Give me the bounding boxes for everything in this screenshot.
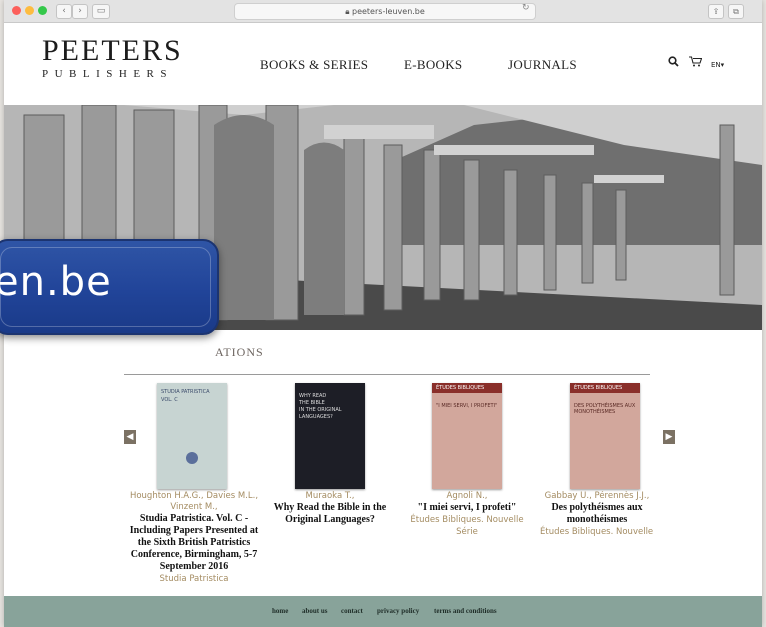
book-author[interactable]: Gabbay U., Pérennès J.J., [540, 491, 654, 502]
cover-line: THE BIBLE [299, 400, 325, 406]
crest-icon [186, 452, 198, 464]
address-bar[interactable]: 🔒︎ peeters-leuven.be [234, 3, 536, 20]
cover-subtitle: VOL. C [161, 397, 178, 403]
tabs-button[interactable]: ⧉ [728, 4, 744, 19]
zoom-window-button[interactable] [38, 6, 47, 15]
footer-link-home[interactable]: home [272, 607, 288, 615]
footer-link-about-us[interactable]: about us [302, 607, 327, 615]
badge-text: en.be [0, 259, 112, 305]
minimize-window-button[interactable] [25, 6, 34, 15]
carousel-prev-button[interactable]: ◀ [124, 430, 136, 444]
nav-journals[interactable]: JOURNALS [508, 57, 577, 73]
cover-line: IN THE ORIGINAL [299, 407, 342, 413]
book-series[interactable]: Études Bibliques. Nouvelle Série [402, 514, 532, 538]
browser-toolbar: ‹ › ▭ 🔒︎ peeters-leuven.be ↻ ⇪ ⧉ [4, 0, 762, 23]
cover-series: ÉTUDES BIBLIQUES [436, 385, 485, 391]
cover-title: STUDIA PATRISTICA [161, 389, 210, 395]
book-cover[interactable]: ÉTUDES BIBLIQUES "I MIEI SERVI, I PROFET… [432, 383, 502, 489]
book-title[interactable]: Studia Patristica. Vol. C - Including Pa… [129, 513, 259, 573]
site-logo[interactable]: PEETERS PUBLISHERS [42, 34, 183, 81]
close-window-button[interactable] [12, 6, 21, 15]
share-button[interactable]: ⇪ [708, 4, 724, 19]
footer-link-terms[interactable]: terms and conditions [434, 607, 497, 615]
footer-link-contact[interactable]: contact [341, 607, 363, 615]
cover-series: ÉTUDES BIBLIQUES [574, 385, 623, 391]
url-overlay-badge: en.be [0, 239, 219, 335]
header-tools: EN▾ [668, 56, 730, 70]
lock-icon: 🔒︎ [345, 7, 352, 16]
search-icon[interactable] [668, 56, 683, 70]
cover-title: "I MIEI SERVI, I PROFETI" [436, 403, 498, 409]
book-card: Muraoka T., Why Read the Bible in the Or… [265, 491, 395, 526]
cover-line: LANGUAGES? [299, 414, 333, 420]
book-card: Agnoli N., "I miei servi, I profeti" Étu… [402, 491, 532, 538]
book-cover[interactable]: STUDIA PATRISTICA VOL. C [157, 383, 227, 489]
cover-title: DES POLYTHÉISMES AUX MONOTHÉISMES [574, 403, 636, 415]
book-title[interactable]: Why Read the Bible in the Original Langu… [265, 502, 395, 526]
cover-line: WHY READ [299, 393, 327, 399]
book-author[interactable]: Agnoli N., [402, 491, 532, 502]
carousel-next-button[interactable]: ▶ [663, 430, 675, 444]
book-title[interactable]: "I miei servi, I profeti" [402, 502, 532, 514]
language-selector[interactable]: EN▾ [711, 61, 724, 69]
book-series[interactable]: Études Bibliques. Nouvelle S [540, 526, 654, 538]
section-heading: ATIONS [215, 345, 264, 359]
reload-icon[interactable]: ↻ [522, 3, 530, 13]
book-title[interactable]: Des polythéismes aux monothéismes [540, 502, 654, 526]
book-card: Gabbay U., Pérennès J.J., Des polythéism… [540, 491, 654, 538]
logo-title: PEETERS [42, 34, 183, 67]
book-author[interactable]: Muraoka T., [265, 491, 395, 502]
site-footer: home about us contact privacy policy ter… [4, 596, 762, 627]
address-text: peeters-leuven.be [352, 7, 425, 16]
section-divider [124, 374, 650, 375]
cart-icon[interactable] [688, 56, 706, 70]
book-cover[interactable]: ÉTUDES BIBLIQUES DES POLYTHÉISMES AUX MO… [570, 383, 640, 489]
sidebar-toggle-button[interactable]: ▭ [92, 4, 110, 19]
book-author[interactable]: Houghton H.A.G., Davies M.L., Vinzent M.… [129, 491, 259, 513]
nav-e-books[interactable]: E-BOOKS [404, 57, 462, 73]
book-cover[interactable]: WHY READ THE BIBLE IN THE ORIGINAL LANGU… [295, 383, 365, 489]
forward-button[interactable]: › [72, 4, 88, 19]
nav-books-series[interactable]: BOOKS & SERIES [260, 57, 368, 73]
book-series[interactable]: Studia Patristica [129, 573, 259, 585]
footer-link-privacy-policy[interactable]: privacy policy [377, 607, 419, 615]
book-card: Houghton H.A.G., Davies M.L., Vinzent M.… [129, 491, 259, 585]
back-button[interactable]: ‹ [56, 4, 72, 19]
logo-subtitle: PUBLISHERS [42, 68, 174, 80]
